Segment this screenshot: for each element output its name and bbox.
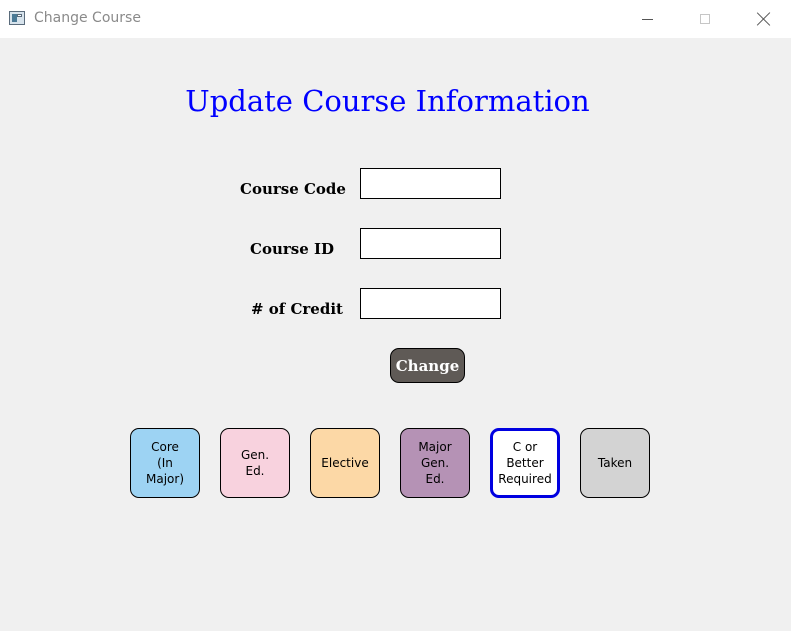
change-button[interactable]: Change (390, 348, 465, 383)
legend-core-in-major: Core (In Major) (130, 428, 200, 498)
legend-major-gen-ed: Major Gen. Ed. (400, 428, 470, 498)
legend-elective: Elective (310, 428, 380, 498)
title-bar[interactable]: Change Course (0, 0, 791, 38)
window-title: Change Course (34, 10, 141, 26)
credit-input[interactable] (360, 288, 501, 319)
legend-taken: Taken (580, 428, 650, 498)
course-code-label: Course Code (240, 180, 346, 198)
legend-gen-ed: Gen. Ed. (220, 428, 290, 498)
course-code-input[interactable] (360, 168, 501, 199)
minimize-icon (641, 18, 653, 20)
maximize-button[interactable] (682, 0, 728, 38)
minimize-button[interactable] (624, 0, 670, 38)
close-button[interactable] (741, 0, 787, 38)
maximize-icon (700, 14, 710, 24)
course-id-input[interactable] (360, 228, 501, 259)
app-window-icon (9, 11, 25, 25)
legend-c-or-better-required: C or Better Required (490, 428, 560, 498)
page-title: Update Course Information (185, 84, 590, 118)
course-id-label: Course ID (250, 240, 334, 258)
close-icon (757, 12, 771, 26)
credit-label: # of Credit (251, 300, 343, 318)
